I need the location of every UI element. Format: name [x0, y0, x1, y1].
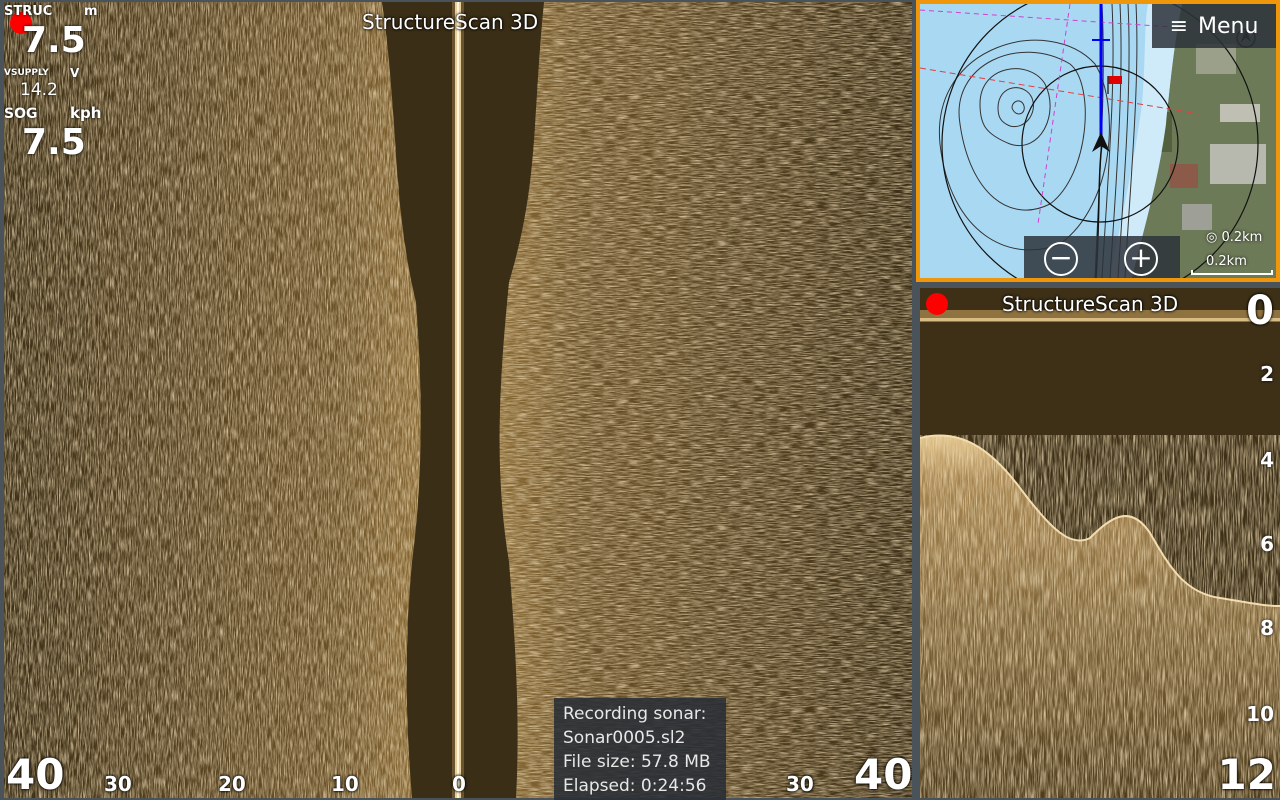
depth-tick-8: 8 — [1260, 616, 1274, 640]
sidescan-image — [4, 2, 912, 798]
range-right: 40 — [854, 750, 912, 798]
record-dot-icon — [926, 293, 948, 315]
sidescan-panel[interactable]: StructureScan 3D STRUC m 7.5 VSUPPLY V 1… — [4, 2, 912, 798]
recording-filesize: File size: 57.8 MB — [563, 752, 711, 772]
vsupply-label: VSUPPLY — [4, 68, 49, 78]
range-indicator: ◎ 0.2km — [1206, 230, 1262, 245]
sog-unit: kph — [70, 104, 102, 122]
depth-tick-10: 10 — [1246, 702, 1274, 726]
downscan-panel[interactable]: StructureScan 3D 0 2 4 6 8 10 12 — [920, 288, 1280, 798]
struc-unit: m — [84, 4, 98, 19]
recording-label: Recording sonar: — [563, 704, 707, 724]
recording-filename: Sonar0005.sl2 — [563, 728, 686, 748]
depth-tick-2: 2 — [1260, 362, 1274, 386]
tick-30-right: 30 — [786, 772, 814, 796]
recording-elapsed: Elapsed: 0:24:56 — [563, 776, 707, 796]
downscan-title: StructureScan 3D — [1002, 292, 1179, 316]
vsupply-unit: V — [70, 66, 80, 80]
struc-value: 7.5 — [22, 20, 86, 61]
depth-tick-6: 6 — [1260, 532, 1274, 556]
zoom-controls: − + — [1024, 236, 1180, 278]
sog-value: 7.5 — [22, 122, 86, 163]
recording-status-box: Recording sonar: Sonar0005.sl2 File size… — [554, 698, 726, 800]
depth-top: 0 — [1246, 288, 1274, 334]
range-ring-icon: ◎ — [1206, 230, 1218, 245]
sog-label: SOG — [4, 106, 38, 122]
depth-tick-4: 4 — [1260, 448, 1274, 472]
tick-20-left: 20 — [218, 772, 246, 796]
tick-0-center: 0 — [452, 772, 466, 796]
scale-label: 0.2km — [1206, 254, 1247, 269]
sidescan-title: StructureScan 3D — [362, 10, 539, 34]
hamburger-icon: ≡ — [1169, 13, 1189, 39]
depth-bottom: 12 — [1217, 750, 1276, 798]
zoom-in-icon[interactable]: + — [1124, 242, 1158, 276]
chart-panel[interactable]: ≡ Menu − + ◎ 0.2km 0.2km — [916, 0, 1280, 282]
menu-label: Menu — [1198, 13, 1259, 39]
vsupply-value: 14.2 — [20, 80, 58, 100]
tick-30-left: 30 — [104, 772, 132, 796]
downscan-image — [920, 288, 1280, 798]
struc-label: STRUC — [4, 4, 53, 19]
tick-10-left: 10 — [331, 772, 359, 796]
range-label: 0.2km — [1221, 230, 1263, 245]
zoom-out-icon[interactable]: − — [1044, 242, 1078, 276]
menu-button[interactable]: ≡ Menu — [1152, 4, 1276, 48]
range-left: 40 — [6, 750, 65, 798]
